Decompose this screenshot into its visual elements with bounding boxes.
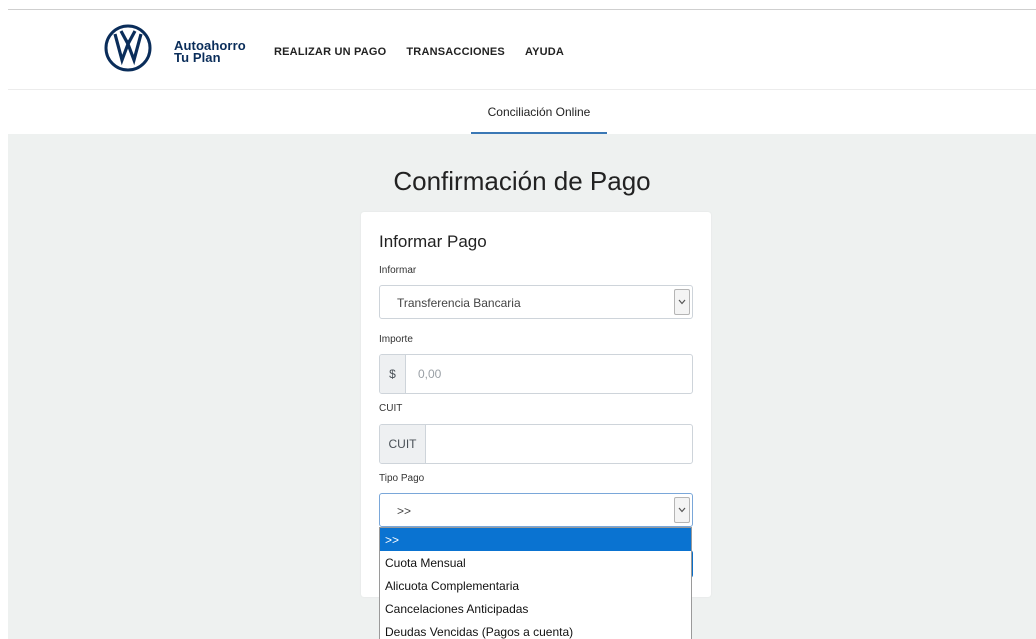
chevron-down-icon[interactable] — [674, 289, 690, 315]
cuit-input[interactable] — [426, 425, 692, 463]
importe-input-group: $ — [379, 354, 693, 394]
page-title: Confirmación de Pago — [393, 166, 651, 196]
dropdown-option[interactable]: Cancelaciones Anticipadas — [380, 597, 691, 620]
tab-bar: Conciliación Online — [8, 91, 1036, 134]
nav-realizar-pago[interactable]: REALIZAR UN PAGO — [274, 46, 386, 58]
vw-logo-icon[interactable] — [104, 24, 152, 72]
tipo-pago-select-value: >> — [397, 504, 412, 518]
tipo-pago-dropdown-list: >> Cuota Mensual Alicuota Complementaria… — [379, 527, 692, 639]
informar-select[interactable]: Transferencia Bancaria — [379, 285, 693, 319]
tipo-pago-select[interactable]: >> — [379, 493, 693, 527]
cuit-label: CUIT — [379, 403, 403, 414]
informar-label: Informar — [379, 265, 417, 276]
left-gutter — [0, 0, 8, 639]
brand-line-2: Tu Plan — [174, 50, 221, 65]
importe-input[interactable] — [406, 355, 692, 393]
nav-ayuda[interactable]: AYUDA — [525, 46, 564, 58]
chevron-down-icon[interactable] — [674, 497, 690, 523]
main-nav: REALIZAR UN PAGO TRANSACCIONES AYUDA — [274, 46, 564, 58]
nav-transacciones[interactable]: TRANSACCIONES — [406, 46, 505, 58]
page: Autoahorro Tu Plan REALIZAR UN PAGO TRAN… — [0, 0, 1036, 639]
tipo-pago-label: Tipo Pago — [379, 473, 425, 484]
informar-select-value: Transferencia Bancaria — [397, 296, 521, 310]
dropdown-option[interactable]: Alicuota Complementaria — [380, 574, 691, 597]
cuit-addon: CUIT — [380, 425, 426, 463]
tab-conciliacion-online[interactable]: Conciliación Online — [471, 91, 607, 134]
currency-addon: $ — [380, 355, 406, 393]
importe-label: Importe — [379, 334, 413, 345]
dropdown-option[interactable]: Cuota Mensual — [380, 551, 691, 574]
dropdown-option[interactable]: >> — [380, 528, 691, 551]
site-header: Autoahorro Tu Plan REALIZAR UN PAGO TRAN… — [8, 10, 1036, 90]
dropdown-option[interactable]: Deudas Vencidas (Pagos a cuenta) — [380, 620, 691, 639]
cuit-input-group: CUIT — [379, 424, 693, 464]
card-title: Informar Pago — [379, 232, 487, 251]
brand-name: Autoahorro Tu Plan — [174, 39, 246, 65]
